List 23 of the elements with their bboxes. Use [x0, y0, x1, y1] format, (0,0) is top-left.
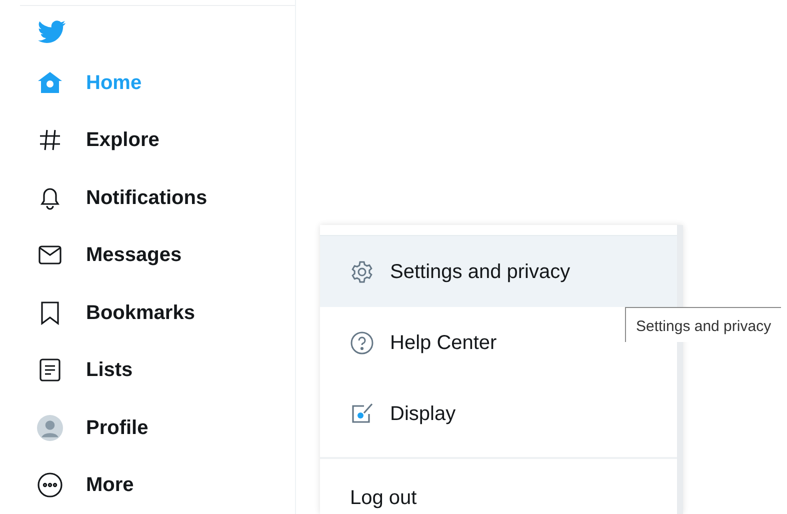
help-icon: [350, 330, 374, 354]
brush-icon: [350, 402, 374, 426]
tooltip: Settings and privacy: [625, 307, 782, 342]
nav-item[interactable]: Notifications: [86, 182, 208, 213]
nav-item[interactable]: Lists: [86, 355, 133, 386]
home-icon: [37, 70, 63, 95]
nav-item[interactable]: More: [86, 470, 134, 500]
settings-icon: [350, 260, 374, 284]
nav-item[interactable]: Explore: [86, 125, 160, 156]
log-out-item[interactable]: Log out: [350, 483, 417, 513]
hashtag-icon: [38, 128, 62, 152]
menu-item[interactable]: Settings and privacy: [320, 236, 677, 307]
envelope-icon: [38, 245, 62, 266]
bell-icon: [39, 186, 61, 210]
nav-item[interactable]: Bookmarks: [86, 298, 195, 328]
nav-item[interactable]: Messages: [86, 240, 182, 270]
bookmark-icon: [40, 300, 60, 325]
bird-logo-icon[interactable]: [38, 20, 66, 44]
menu-item[interactable]: Display: [320, 378, 677, 449]
nav-item[interactable]: Profile: [86, 412, 148, 443]
more-icon: [37, 472, 63, 498]
avatar-icon: [37, 414, 63, 442]
list-icon: [39, 358, 61, 382]
